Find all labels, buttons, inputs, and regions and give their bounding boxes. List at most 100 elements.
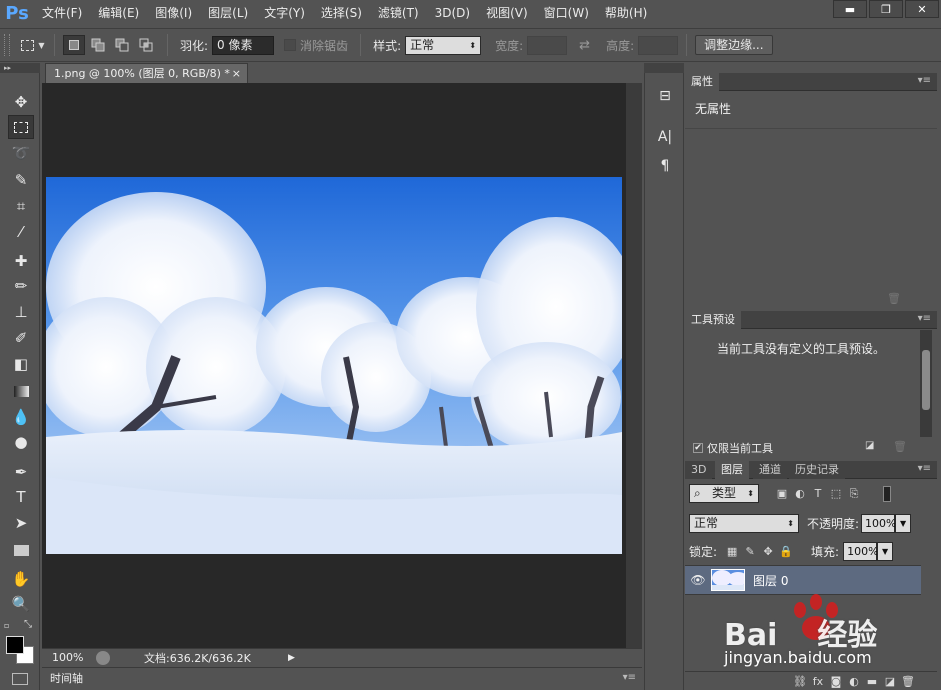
link-layers-icon[interactable]: ⛓ <box>791 673 809 689</box>
status-info-icon[interactable] <box>96 650 110 665</box>
maximize-button[interactable]: ❐ <box>869 0 903 18</box>
opacity-dropdown-icon[interactable]: ▼ <box>895 514 912 533</box>
rect-marquee-tool-icon[interactable] <box>8 115 34 139</box>
new-preset-icon[interactable]: ◪ <box>865 440 874 451</box>
panel-menu-icon[interactable]: ▾≡ <box>623 668 636 688</box>
width-input[interactable] <box>527 35 568 55</box>
quick-select-tool-icon[interactable]: ✎ <box>8 168 34 192</box>
tab-tool-presets[interactable]: 工具预设 <box>685 311 741 329</box>
hand-tool-icon[interactable]: ✋ <box>8 567 34 591</box>
scroll-thumb[interactable] <box>922 350 930 410</box>
tab-history[interactable]: 历史记录 <box>789 461 845 479</box>
trash-icon[interactable]: 🗑 <box>899 673 917 689</box>
menu-item-6[interactable]: 滤镜(T) <box>370 0 427 26</box>
antialias-checkbox[interactable] <box>284 39 297 51</box>
tab-channels[interactable]: 通道 <box>753 461 787 479</box>
toolbox-grip[interactable]: ▸▸ <box>0 63 40 73</box>
new-selection-button[interactable] <box>63 35 85 55</box>
brush-tool-icon[interactable]: ✏ <box>8 274 34 298</box>
filter-smart-object-icon[interactable]: ⎘ <box>845 486 863 502</box>
menu-item-1[interactable]: 编辑(E) <box>90 0 147 26</box>
menu-item-3[interactable]: 图层(L) <box>200 0 256 26</box>
tab-layers[interactable]: 图层 <box>715 461 749 479</box>
panel-menu-icon[interactable]: ▾≡ <box>918 75 931 86</box>
collapsed-panel-grip[interactable] <box>644 63 684 73</box>
clone-stamp-tool-icon[interactable]: ⊥ <box>8 300 34 324</box>
menu-item-7[interactable]: 3D(D) <box>427 0 478 26</box>
lock-transparency-icon[interactable]: ▦ <box>723 544 741 560</box>
add-selection-button[interactable] <box>87 35 109 55</box>
default-colors-icon[interactable]: ▫ <box>4 621 9 630</box>
refine-edge-button[interactable]: 调整边缘... <box>695 35 773 55</box>
swap-icon[interactable]: ⇄ <box>579 38 590 53</box>
options-grip[interactable] <box>4 34 10 56</box>
close-tab-icon[interactable]: × <box>232 64 241 83</box>
healing-brush-tool-icon[interactable]: ✚ <box>8 249 34 273</box>
lock-position-icon[interactable]: ✥ <box>759 544 777 560</box>
dodge-tool-icon[interactable]: ● <box>8 430 34 454</box>
properties-panel-icon[interactable]: ⊟ <box>653 85 677 107</box>
filter-shape-icon[interactable]: ⬚ <box>827 486 845 502</box>
paragraph-panel-icon[interactable]: ¶ <box>653 155 677 177</box>
gradient-tool-icon[interactable] <box>8 379 34 403</box>
rectangle-tool-icon[interactable] <box>8 538 34 562</box>
pen-tool-icon[interactable]: ✒ <box>8 460 34 484</box>
menu-item-5[interactable]: 选择(S) <box>313 0 370 26</box>
filter-adjustment-icon[interactable]: ◐ <box>791 486 809 502</box>
panel-menu-icon[interactable]: ▾≡ <box>918 313 931 324</box>
menu-item-8[interactable]: 视图(V) <box>478 0 536 26</box>
foreground-color-swatch[interactable] <box>6 636 24 654</box>
eye-icon[interactable]: 👁 <box>685 573 711 587</box>
menu-item-2[interactable]: 图像(I) <box>147 0 200 26</box>
fill-input[interactable]: 100% <box>843 542 879 561</box>
opacity-input[interactable]: 100% <box>861 514 897 533</box>
subtract-selection-button[interactable] <box>111 35 133 55</box>
menu-item-10[interactable]: 帮助(H) <box>597 0 655 26</box>
path-select-tool-icon[interactable]: ➤ <box>8 511 34 535</box>
tab-properties[interactable]: 属性 <box>685 73 719 91</box>
tool-preset-picker[interactable]: ▼ <box>20 34 46 56</box>
status-menu-arrow[interactable]: ▶ <box>288 653 300 663</box>
menu-item-9[interactable]: 窗口(W) <box>536 0 597 26</box>
close-button[interactable]: ✕ <box>905 0 939 18</box>
adjustment-layer-icon[interactable]: ◐ <box>845 673 863 689</box>
document-tab[interactable]: 1.png @ 100% (图层 0, RGB/8) * × <box>45 63 248 83</box>
zoom-level[interactable]: 100% <box>42 651 92 664</box>
layer-style-icon[interactable]: fx <box>809 673 827 689</box>
new-layer-icon[interactable]: ◪ <box>881 673 899 689</box>
tool-presets-scrollbar[interactable] <box>920 330 932 437</box>
menu-item-0[interactable]: 文件(F) <box>34 0 90 26</box>
canvas-scrollbar[interactable] <box>626 83 642 648</box>
fill-dropdown-icon[interactable]: ▼ <box>877 542 894 561</box>
zoom-tool-icon[interactable]: 🔍 <box>8 592 34 616</box>
history-brush-tool-icon[interactable]: ✐ <box>8 326 34 350</box>
lasso-tool-icon[interactable]: ➰ <box>8 141 34 165</box>
minimize-button[interactable]: ▬ <box>833 0 867 18</box>
lock-all-icon[interactable]: 🔒 <box>777 544 795 560</box>
document-image[interactable] <box>46 177 622 554</box>
menu-item-4[interactable]: 文字(Y) <box>256 0 313 26</box>
panel-menu-icon[interactable]: ▾≡ <box>918 463 931 474</box>
current-tool-only-checkbox[interactable]: ✔ <box>693 443 703 453</box>
blur-tool-icon[interactable]: 💧 <box>8 405 34 429</box>
timeline-tab[interactable]: 时间轴 <box>50 669 83 689</box>
layer-filter-select[interactable]: ⌕ 类型 ⬍ <box>689 484 759 503</box>
add-mask-icon[interactable]: ◙ <box>827 673 845 689</box>
height-input[interactable] <box>638 35 679 55</box>
character-panel-icon[interactable]: A| <box>653 126 677 148</box>
style-select[interactable]: 正常 ⬍ <box>405 35 482 55</box>
feather-input[interactable]: 0 像素 <box>212 35 275 55</box>
intersect-selection-button[interactable] <box>135 35 157 55</box>
crop-tool-icon[interactable]: ⌗ <box>8 194 34 218</box>
eraser-tool-icon[interactable]: ◧ <box>8 352 34 376</box>
eyedropper-tool-icon[interactable]: ⁄ <box>8 220 34 244</box>
lock-pixels-icon[interactable]: ✎ <box>741 544 759 560</box>
blend-mode-select[interactable]: 正常 ⬍ <box>689 514 799 533</box>
layer-row[interactable]: 👁 图层 0 <box>685 565 921 595</box>
filter-toggle[interactable] <box>883 485 891 502</box>
swap-colors-icon[interactable]: ⤡ <box>24 619 32 630</box>
new-group-icon[interactable]: ▬ <box>863 673 881 689</box>
layer-name[interactable]: 图层 0 <box>753 572 788 589</box>
quick-mask-icon[interactable] <box>12 673 28 685</box>
type-tool-icon[interactable]: T <box>8 485 34 509</box>
